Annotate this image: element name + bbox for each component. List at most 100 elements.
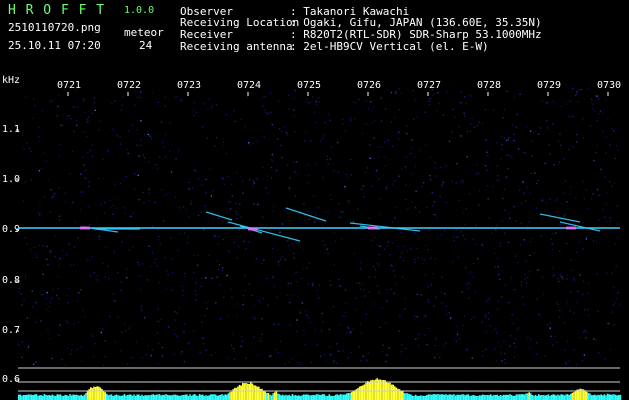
level-bar	[571, 392, 574, 400]
noise-dot	[73, 106, 75, 108]
noise-dot	[47, 308, 49, 311]
noise-dot	[46, 291, 48, 294]
noise-dot	[602, 130, 604, 132]
noise-dot	[114, 300, 116, 302]
noise-dot	[218, 235, 220, 238]
level-bar	[379, 379, 382, 400]
level-bar	[574, 391, 577, 400]
noise-dot	[34, 246, 36, 248]
noise-dot	[271, 247, 274, 249]
level-bar	[530, 393, 532, 400]
noise-dot	[62, 249, 64, 251]
noise-dot	[529, 192, 531, 194]
noise-dot	[426, 343, 428, 346]
noise-dot	[270, 355, 272, 357]
noise-dot	[133, 212, 135, 214]
noise-dot	[568, 148, 570, 151]
noise-dot	[49, 251, 51, 254]
noise-dot	[381, 307, 383, 309]
noise-dot	[617, 149, 619, 151]
level-bar	[195, 395, 198, 400]
noise-dot	[93, 355, 95, 358]
noise-dot	[39, 213, 41, 216]
noise-dot	[200, 211, 202, 214]
noise-dot	[148, 188, 150, 191]
level-bar	[435, 394, 438, 400]
noise-dot	[420, 294, 422, 296]
noise-dot	[73, 246, 75, 248]
noise-dot	[164, 105, 166, 107]
noise-dot	[361, 188, 363, 190]
noise-dot	[500, 158, 502, 160]
noise-dot	[116, 199, 119, 201]
level-bar	[542, 395, 545, 400]
noise-dot	[465, 266, 467, 268]
noise-dot	[302, 249, 304, 251]
noise-dot	[259, 337, 261, 339]
noise-dot	[141, 263, 143, 265]
noise-dot	[559, 316, 561, 318]
level-bar	[82, 396, 84, 400]
noise-dot	[391, 183, 393, 185]
noise-dot	[120, 289, 122, 292]
noise-dot	[481, 321, 483, 323]
noise-dot	[82, 156, 84, 158]
noise-dot	[225, 114, 228, 116]
noise-dot	[526, 225, 528, 227]
noise-dot	[437, 237, 439, 240]
noise-dot	[103, 212, 106, 214]
noise-dot	[187, 342, 189, 344]
level-bar	[178, 395, 180, 400]
noise-dot	[393, 292, 395, 294]
noise-dot	[508, 136, 510, 139]
noise-dot	[291, 295, 294, 297]
level-bar	[282, 394, 284, 400]
noise-dot	[236, 257, 239, 259]
noise-dot	[468, 297, 470, 299]
noise-dot	[102, 262, 104, 264]
noise-dot	[157, 239, 159, 241]
noise-dot	[609, 181, 611, 183]
noise-dot	[41, 293, 43, 296]
noise-dot	[336, 343, 338, 345]
noise-dot	[513, 342, 515, 344]
level-bar	[267, 392, 270, 400]
level-bar	[235, 387, 238, 400]
noise-dot	[35, 253, 37, 256]
noise-dot	[154, 261, 156, 264]
level-bar	[147, 395, 150, 400]
noise-dot	[544, 355, 546, 357]
noise-dot	[523, 192, 525, 194]
level-bar	[46, 395, 49, 400]
noise-dot	[458, 126, 461, 128]
noise-dot	[383, 248, 386, 250]
noise-dot	[330, 198, 333, 201]
noise-dot	[506, 154, 508, 156]
noise-dot	[361, 283, 363, 285]
noise-dot	[348, 202, 350, 204]
noise-dot	[231, 296, 233, 298]
noise-dot	[592, 103, 595, 105]
noise-dot	[373, 236, 376, 239]
noise-dot	[466, 284, 468, 286]
noise-dot	[484, 109, 487, 111]
level-bar	[461, 394, 463, 400]
level-bar	[114, 395, 116, 400]
noise-dot	[358, 346, 360, 348]
noise-dot	[401, 250, 403, 252]
noise-dot	[288, 244, 290, 247]
noise-dot	[496, 308, 499, 310]
noise-dot	[288, 108, 290, 110]
level-bar	[91, 388, 94, 400]
noise-dot	[415, 116, 418, 118]
noise-dot	[166, 287, 168, 289]
noise-dot	[211, 277, 213, 279]
noise-dot	[218, 264, 220, 266]
noise-dot	[290, 282, 292, 285]
level-bar	[510, 395, 513, 400]
noise-dot	[232, 347, 235, 350]
noise-dot	[478, 172, 480, 174]
noise-dot	[407, 207, 409, 210]
noise-dot	[614, 243, 616, 245]
noise-dot	[328, 113, 330, 115]
